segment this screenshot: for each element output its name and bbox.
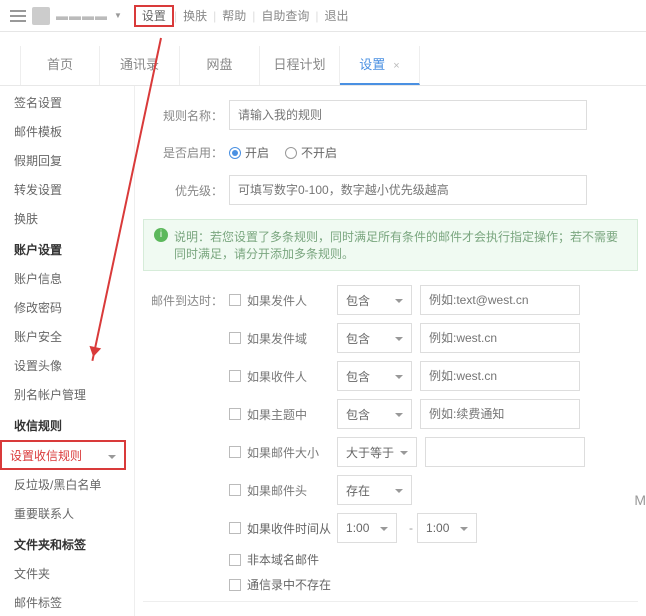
time-label: 如果收件时间从 bbox=[247, 520, 331, 537]
cond-input-2[interactable] bbox=[420, 361, 580, 391]
nonlocal-checkbox[interactable] bbox=[229, 554, 241, 566]
priority-input[interactable] bbox=[229, 175, 587, 205]
cond-op-3[interactable]: 包含 bbox=[337, 399, 412, 429]
sidebar-item-17[interactable]: 邮件标签 bbox=[0, 588, 134, 616]
sidebar-item-4[interactable]: 换肤 bbox=[0, 204, 134, 233]
cond-checkbox-1[interactable] bbox=[229, 332, 241, 344]
info-note: i 说明：若您设置了多条规则，同时满足所有条件的邮件才会执行指定操作；若不需要同… bbox=[143, 219, 638, 271]
topbar: ▬▬▬▬ ▼ 设置|换肤|帮助|自助查询|退出 bbox=[0, 0, 646, 32]
sidebar-group-11: 收信规则 bbox=[0, 409, 134, 440]
cond-op-4[interactable]: 大于等于 bbox=[337, 437, 417, 467]
sidebar-item-16[interactable]: 文件夹 bbox=[0, 559, 134, 588]
notinbook-checkbox[interactable] bbox=[229, 579, 241, 591]
tab-3[interactable]: 日程计划 bbox=[260, 46, 340, 85]
priority-label: 优先级： bbox=[143, 182, 223, 199]
notinbook-label: 通信录中不存在 bbox=[247, 576, 331, 593]
username: ▬▬▬▬ bbox=[56, 9, 108, 23]
cond-checkbox-0[interactable] bbox=[229, 294, 241, 306]
chevron-down-icon[interactable]: ▼ bbox=[114, 11, 122, 20]
nonlocal-label: 非本域名邮件 bbox=[247, 551, 319, 568]
sidebar-item-3[interactable]: 转发设置 bbox=[0, 175, 134, 204]
sidebar: 签名设置邮件模板假期回复转发设置换肤账户设置账户信息修改密码账户安全设置头像别名… bbox=[0, 86, 135, 616]
tab-2[interactable]: 网盘 bbox=[180, 46, 260, 85]
tab-1[interactable]: 通讯录 bbox=[100, 46, 180, 85]
cond-input-4[interactable] bbox=[425, 437, 585, 467]
menu-icon[interactable] bbox=[10, 10, 26, 22]
cond-label-3: 如果主题中 bbox=[247, 406, 337, 423]
sidebar-item-9[interactable]: 设置头像 bbox=[0, 351, 134, 380]
size-unit: M bbox=[634, 492, 646, 508]
enable-on-radio[interactable]: 开启 bbox=[229, 144, 269, 161]
top-link-0[interactable]: 设置 bbox=[134, 5, 174, 27]
cond-checkbox-5[interactable] bbox=[229, 484, 241, 496]
sidebar-item-8[interactable]: 账户安全 bbox=[0, 322, 134, 351]
sidebar-group-5: 账户设置 bbox=[0, 233, 134, 264]
arrive-label: 邮件到达时： bbox=[143, 292, 223, 309]
sidebar-item-1[interactable]: 邮件模板 bbox=[0, 117, 134, 146]
close-icon[interactable]: × bbox=[393, 60, 399, 72]
cond-input-3[interactable] bbox=[420, 399, 580, 429]
sidebar-item-14[interactable]: 重要联系人 bbox=[0, 499, 134, 528]
top-link-4[interactable]: 退出 bbox=[318, 9, 354, 23]
sidebar-item-0[interactable]: 签名设置 bbox=[0, 88, 134, 117]
cond-checkbox-3[interactable] bbox=[229, 408, 241, 420]
tab-4[interactable]: 设置× bbox=[340, 46, 420, 85]
enable-label: 是否启用： bbox=[143, 144, 223, 161]
sidebar-item-12[interactable]: 设置收信规则 bbox=[0, 440, 126, 470]
top-link-2[interactable]: 帮助 bbox=[216, 9, 252, 23]
tabs: 首页通讯录网盘日程计划设置× bbox=[0, 46, 646, 86]
cond-op-1[interactable]: 包含 bbox=[337, 323, 412, 353]
sidebar-item-6[interactable]: 账户信息 bbox=[0, 264, 134, 293]
cond-label-2: 如果收件人 bbox=[247, 368, 337, 385]
sidebar-group-15: 文件夹和标签 bbox=[0, 528, 134, 559]
content: 规则名称： 是否启用： 开启 不开启 优先级： i 说明：若您设置了多条规则，同… bbox=[135, 86, 646, 616]
avatar[interactable] bbox=[32, 7, 50, 25]
cond-op-5[interactable]: 存在 bbox=[337, 475, 412, 505]
sidebar-item-7[interactable]: 修改密码 bbox=[0, 293, 134, 322]
enable-off-radio[interactable]: 不开启 bbox=[285, 144, 337, 161]
cond-input-0[interactable] bbox=[420, 285, 580, 315]
cond-input-1[interactable] bbox=[420, 323, 580, 353]
sidebar-item-10[interactable]: 别名帐户管理 bbox=[0, 380, 134, 409]
cond-checkbox-2[interactable] bbox=[229, 370, 241, 382]
cond-op-0[interactable]: 包含 bbox=[337, 285, 412, 315]
top-link-3[interactable]: 自助查询 bbox=[255, 9, 315, 23]
sidebar-item-13[interactable]: 反垃圾/黑白名单 bbox=[0, 470, 134, 499]
time-checkbox[interactable] bbox=[229, 522, 241, 534]
tab-0[interactable]: 首页 bbox=[20, 46, 100, 85]
cond-label-1: 如果发件域 bbox=[247, 330, 337, 347]
time-to-select[interactable]: 1:00 bbox=[417, 513, 477, 543]
top-link-1[interactable]: 换肤 bbox=[177, 9, 213, 23]
cond-label-0: 如果发件人 bbox=[247, 292, 337, 309]
cond-checkbox-4[interactable] bbox=[229, 446, 241, 458]
rule-name-input[interactable] bbox=[229, 100, 587, 130]
cond-label-4: 如果邮件大小 bbox=[247, 444, 337, 461]
cond-label-5: 如果邮件头 bbox=[247, 482, 337, 499]
rule-name-label: 规则名称： bbox=[143, 107, 223, 124]
sidebar-item-2[interactable]: 假期回复 bbox=[0, 146, 134, 175]
cond-op-2[interactable]: 包含 bbox=[337, 361, 412, 391]
info-icon: i bbox=[154, 228, 168, 242]
time-from-select[interactable]: 1:00 bbox=[337, 513, 397, 543]
